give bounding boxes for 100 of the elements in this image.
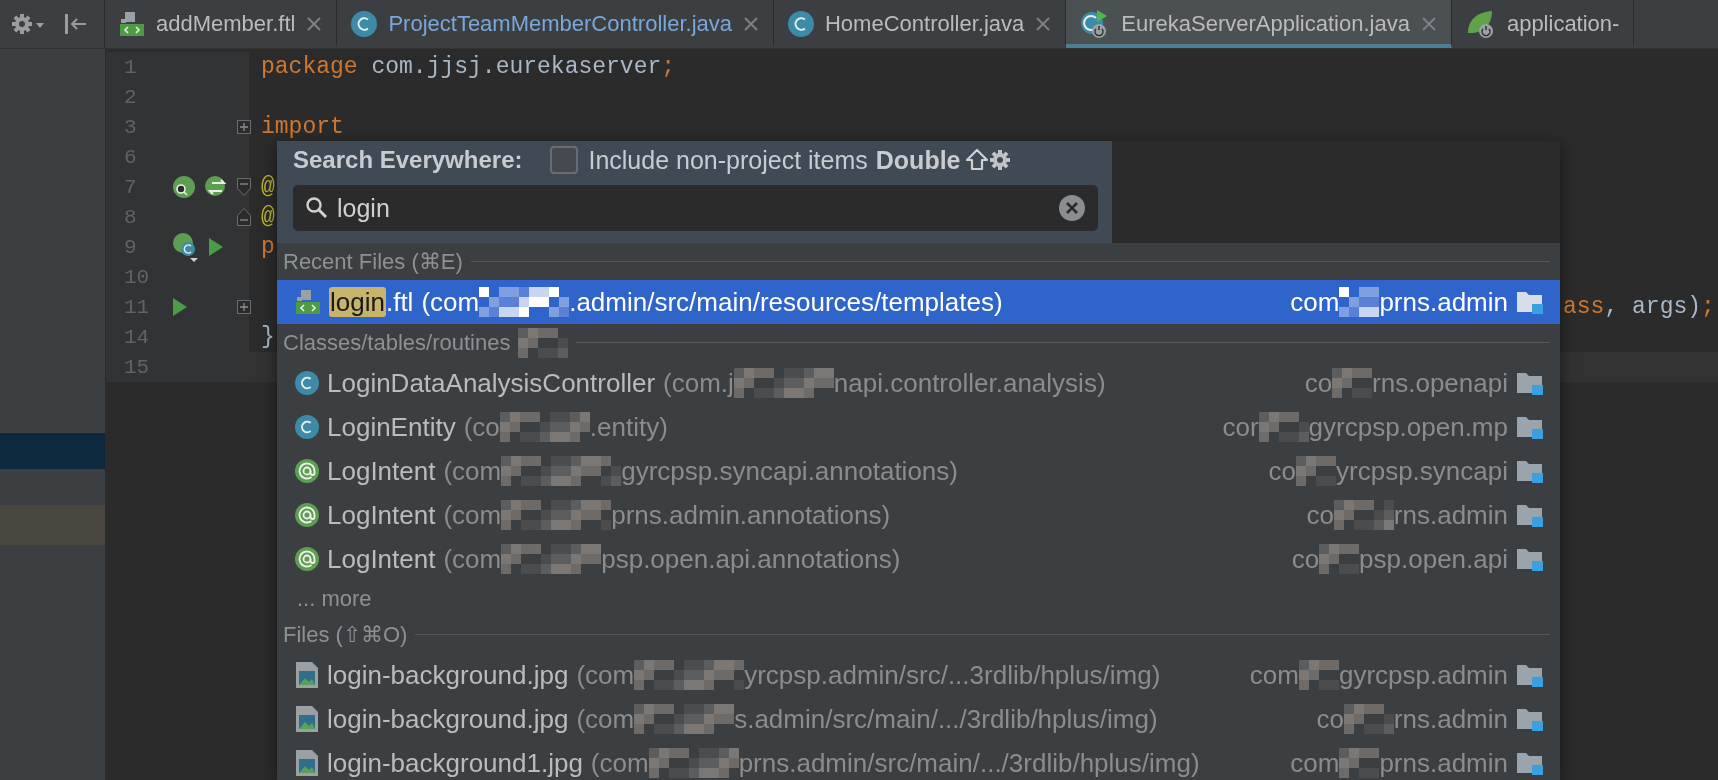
path-text: .admin/src/main/resources/templates): [569, 286, 1003, 318]
result-row[interactable]: LoginDataAnalysisController (com.j napi.controller.analysis) co rns.openapi: [277, 361, 1560, 405]
redaction-mosaic: [1343, 704, 1394, 734]
module-text: co: [1304, 367, 1333, 399]
redaction-mosaic: [1332, 368, 1373, 398]
code-token: @: [261, 204, 275, 230]
module-text: co: [1306, 499, 1334, 531]
module-folder-icon: [1516, 706, 1544, 732]
selected-tree-row[interactable]: [0, 433, 105, 469]
popup-title: Search Everywhere:: [293, 146, 523, 174]
editor-tab[interactable]: EurekaServerApplication.java: [1066, 0, 1452, 48]
class-icon: [295, 415, 319, 439]
shortcut-hint: Double: [875, 145, 961, 175]
module-text: rns.admin: [1393, 499, 1508, 531]
path-text: napi.controller.analysis): [833, 367, 1106, 399]
path-text: prns.admin/src/main/.../3rdlib/hplus/img): [738, 747, 1200, 779]
result-row[interactable]: LogIntent (com gyrcpsp.syncapi.annotations) co yrcpsp.syncapi: [277, 449, 1560, 493]
annotation-icon: [295, 503, 319, 527]
section-title: Recent Files (⌘E): [283, 248, 463, 275]
path-text: (co: [463, 411, 500, 443]
module-text: prns.admin: [1379, 747, 1508, 779]
settings-icon: [988, 149, 1011, 171]
path-text: gyrcpsp.syncapi.annotations): [621, 455, 958, 487]
code-token: }: [261, 324, 275, 350]
checkbox[interactable]: [550, 146, 579, 174]
image-file-icon: [295, 749, 319, 777]
search-input[interactable]: login: [337, 188, 1050, 228]
spring-bean-class-icon: [172, 232, 200, 262]
result-row[interactable]: login-background.jpg (com s.admin/src/main/.../3rdlib/hplus/img) co rns.admin: [277, 697, 1560, 741]
module-text: cor: [1222, 411, 1259, 443]
path-text: s.admin/src/main/.../3rdlib/hplus/img): [734, 703, 1158, 735]
result-row[interactable]: login-background1.jpg (com prns.admin/src/main/.../3rdlib/hplus/img) com prns.admin: [277, 741, 1560, 780]
search-field[interactable]: login: [293, 185, 1098, 231]
module-text: gyrcpsp.open.mp: [1308, 411, 1508, 443]
path-text: (com: [443, 455, 502, 487]
module-folder-icon: [1516, 414, 1544, 440]
module-text: yrcpsp.syncapi: [1336, 455, 1508, 487]
more-link[interactable]: ... more: [277, 581, 372, 616]
redaction-mosaic: [1258, 412, 1309, 442]
result-name: LogIntent: [327, 455, 436, 487]
annotation-icon: [295, 459, 319, 483]
run-icon: [172, 297, 188, 317]
redaction-mosaic: [1298, 660, 1339, 690]
collapse-icon: [62, 11, 88, 37]
close-icon: [306, 16, 323, 32]
result-name: LoginEntity: [327, 411, 456, 443]
image-file-icon: [295, 705, 319, 733]
redaction-mosaic: [1339, 287, 1380, 317]
module-folder-icon: [1516, 750, 1544, 776]
result-row[interactable]: LogIntent (com psp.open.api.annotations) co psp.open.api: [277, 537, 1560, 581]
module-text: co: [1291, 543, 1320, 575]
result-row[interactable]: login.ftl (com .admin/src/main/resources/templates) com prns.admin: [277, 280, 1560, 324]
checkbox-label[interactable]: Include non-project items: [588, 145, 868, 175]
result-name: LogIntent: [327, 543, 436, 575]
result-row[interactable]: LogIntent (com prns.admin.annotations) co rns.admin: [277, 493, 1560, 537]
clear-icon: [1058, 194, 1086, 222]
code-token: com.jjsj.eurekaserver: [370, 54, 662, 80]
section-title: Files (⇧⌘O): [283, 621, 408, 648]
path-text: (com.j: [663, 367, 734, 399]
annotation-icon: [295, 547, 319, 571]
close-icon: [743, 16, 759, 32]
redaction-mosaic: [1296, 456, 1337, 486]
module-text: com: [1249, 659, 1299, 691]
spring-leaf-icon: [1465, 9, 1496, 39]
redaction-mosaic: [518, 327, 569, 358]
module-text: gyrcpsp.admin: [1338, 659, 1508, 691]
module-text: co: [1316, 703, 1344, 735]
code-token: ass: [1563, 294, 1605, 320]
redaction-mosaic: [1319, 544, 1360, 574]
module-folder-icon: [1516, 662, 1544, 688]
path-text: prns.admin.annotations): [611, 499, 891, 531]
result-row[interactable]: login-background.jpg (com yrcpsp.admin/src/...3rdlib/hplus/img) com gyrcpsp.admin: [277, 653, 1560, 697]
code-token: ;: [661, 54, 676, 80]
run-icon: [208, 237, 224, 257]
settings-icon: [10, 11, 46, 37]
module-folder-icon: [1516, 370, 1544, 396]
result-row[interactable]: LoginEntity (co .entity) cor gyrcpsp.open.mp: [277, 405, 1560, 449]
module-folder-icon: [1516, 502, 1544, 528]
module-text: rns.openapi: [1372, 367, 1508, 399]
result-name: LogIntent: [327, 499, 436, 531]
close-icon: [1035, 16, 1052, 32]
code-token: @: [261, 174, 275, 200]
shift-icon: [964, 148, 989, 172]
class-icon: [295, 371, 319, 395]
module-text: psp.open.api: [1359, 543, 1508, 575]
code-token: package: [261, 54, 358, 80]
module-folder-icon: [1516, 289, 1544, 315]
path-text: (com: [443, 543, 502, 575]
bean-search-icon: [172, 175, 196, 199]
result-name: login-background.jpg: [327, 659, 569, 691]
code-token: p: [261, 234, 275, 260]
template-file-icon: [119, 11, 145, 37]
path-text: (com: [590, 747, 649, 779]
path-text: yrcpsp.admin/src/...3rdlib/hplus/img): [744, 659, 1161, 691]
image-file-icon: [295, 661, 319, 689]
section-title: Classes/tables/routines: [283, 329, 511, 356]
module-text: co: [1268, 455, 1297, 487]
path-text: (com: [576, 659, 635, 691]
result-name: login-background.jpg: [327, 703, 569, 735]
code-token: import: [261, 114, 344, 140]
